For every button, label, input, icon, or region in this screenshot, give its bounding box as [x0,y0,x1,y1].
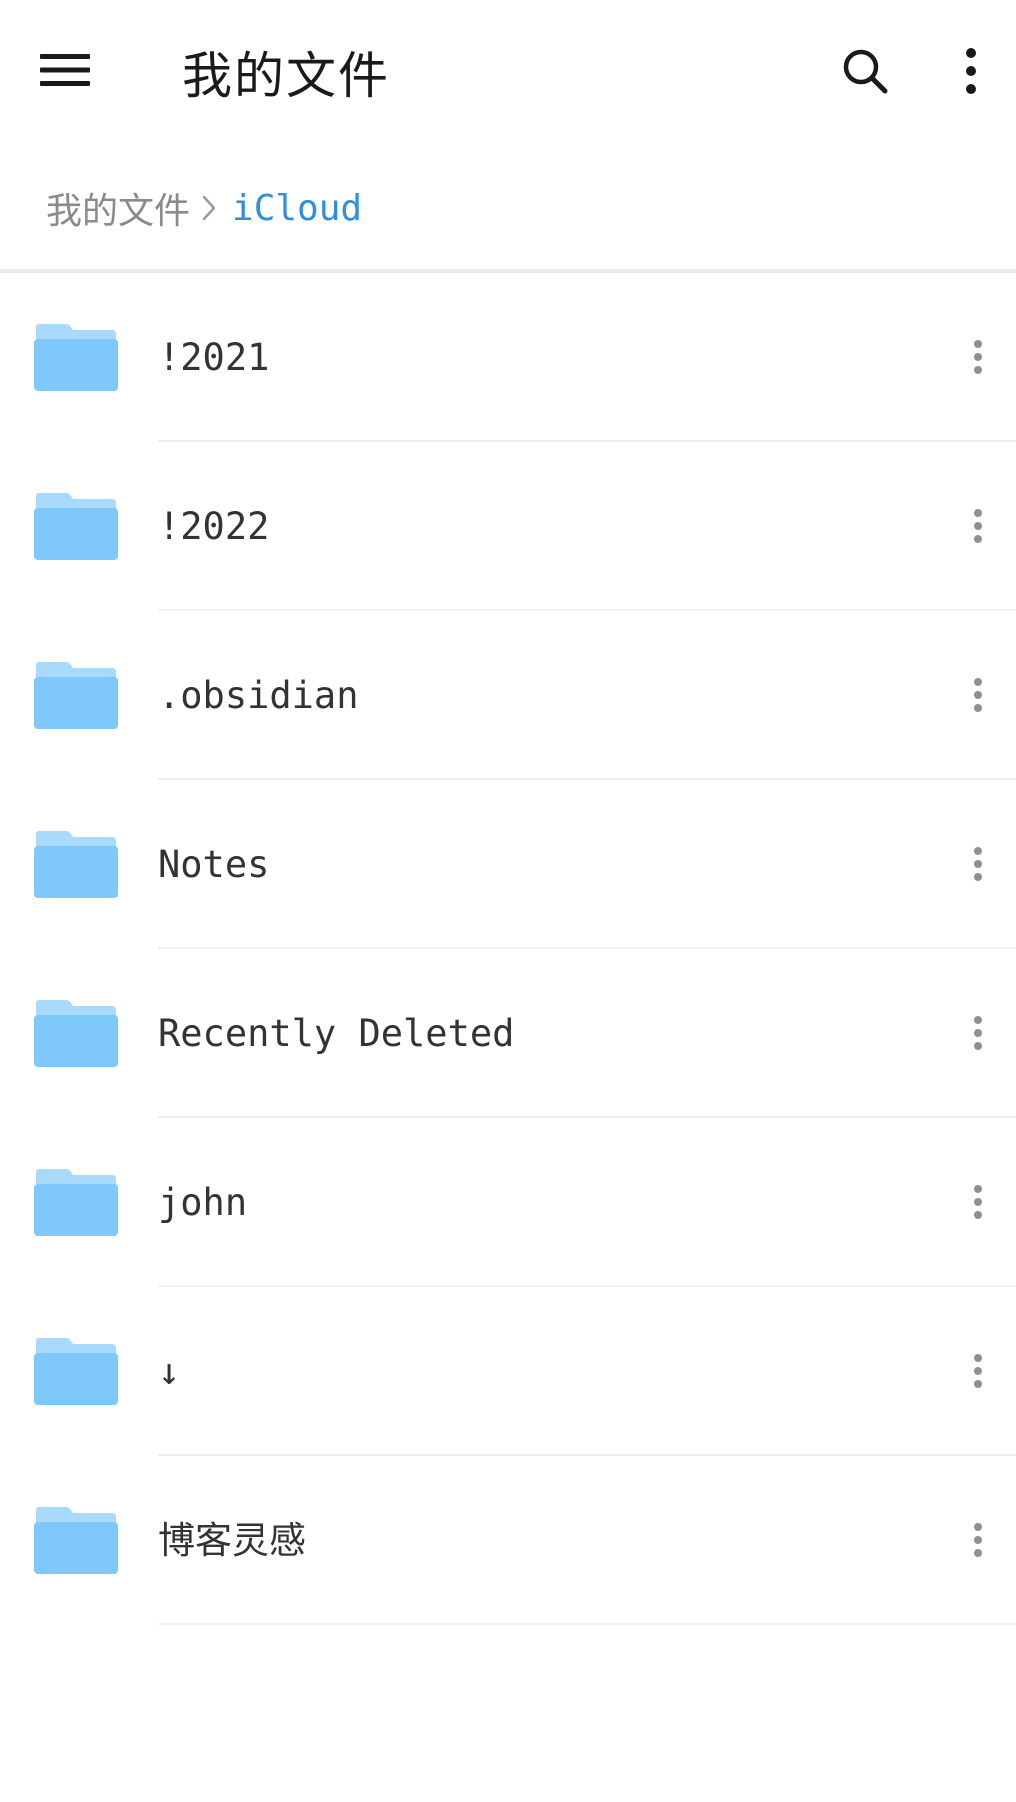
row-more-button[interactable] [956,1170,1000,1234]
row-more-button[interactable] [956,1508,1000,1572]
folder-icon [34,831,118,898]
row-more-button[interactable] [956,1339,1000,1403]
folder-name: !2021 [158,336,270,379]
more-vertical-icon [974,678,982,712]
page-title: 我的文件 [182,47,390,105]
folder-name: 博客灵感 [158,1519,306,1562]
search-icon [843,49,888,94]
breadcrumb: 我的文件 iCloud [46,178,362,238]
row-more-button[interactable] [956,832,1000,896]
row-divider [158,1623,1016,1625]
folder-icon [34,493,118,560]
folder-name: john [158,1181,248,1224]
folder-name: !2022 [158,505,270,548]
folder-icon [34,662,118,729]
top-app-bar: 我的文件 [0,0,1016,145]
search-button[interactable] [832,38,898,104]
more-vertical-icon [974,1016,982,1050]
more-vertical-icon [974,1354,982,1388]
folder-icon [34,1169,118,1236]
list-item[interactable]: ↓ [0,1287,1016,1456]
breadcrumb-current[interactable]: iCloud [232,188,362,229]
list-item[interactable]: Recently Deleted [0,949,1016,1118]
folder-name: .obsidian [158,674,359,717]
folder-icon [34,1507,118,1574]
hamburger-menu-icon [40,54,90,86]
chevron-right-icon [202,195,216,221]
menu-button[interactable] [30,40,100,100]
row-more-button[interactable] [956,663,1000,727]
more-vertical-icon [974,509,982,543]
folder-icon [34,1338,118,1405]
more-vertical-icon [974,1185,982,1219]
more-vertical-icon [974,340,982,374]
more-vertical-icon [966,48,976,94]
folder-name: Recently Deleted [158,1012,515,1055]
folder-name: ↓ [158,1350,181,1393]
row-more-button[interactable] [956,325,1000,389]
overflow-menu-button[interactable] [942,38,1000,104]
folder-name: Notes [158,843,270,886]
breadcrumb-root[interactable]: 我的文件 [46,182,190,234]
list-item[interactable]: .obsidian [0,611,1016,780]
folder-icon [34,324,118,391]
list-item[interactable]: 博客灵感 [0,1456,1016,1625]
row-more-button[interactable] [956,494,1000,558]
list-item[interactable]: john [0,1118,1016,1287]
folder-icon [34,1000,118,1067]
list-item[interactable]: !2021 [0,273,1016,442]
list-item[interactable]: !2022 [0,442,1016,611]
more-vertical-icon [974,847,982,881]
list-item[interactable]: Notes [0,780,1016,949]
more-vertical-icon [974,1523,982,1557]
folder-list: !2021 !2022 .obsidian Notes Recently Del… [0,273,1016,1625]
row-more-button[interactable] [956,1001,1000,1065]
